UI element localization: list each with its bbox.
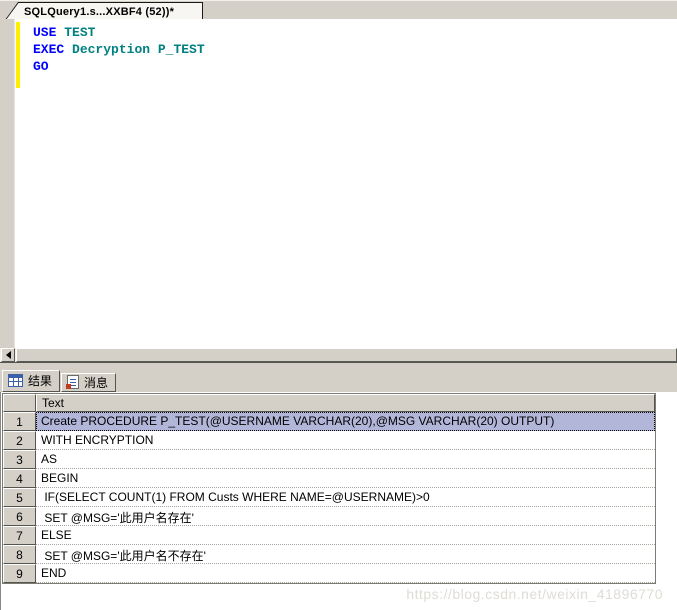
document-tab-title: SQLQuery1.s...XXBF4 (52))* xyxy=(6,3,202,20)
grid-corner-cell[interactable] xyxy=(3,394,36,412)
code-area[interactable]: USE TEST EXEC Decryption P_TEST GO xyxy=(33,24,673,75)
results-tab-bar: 结果 消息 xyxy=(0,368,677,392)
grid-header-row: Text xyxy=(3,394,655,412)
row-cell[interactable]: ELSE xyxy=(36,526,655,545)
editor-hscrollbar[interactable] xyxy=(0,348,677,362)
row-cell[interactable]: WITH ENCRYPTION xyxy=(36,431,655,450)
table-row[interactable]: 2 WITH ENCRYPTION xyxy=(3,431,655,450)
column-header-text[interactable]: Text xyxy=(36,394,655,412)
code-token: GO xyxy=(33,59,49,74)
row-number[interactable]: 3 xyxy=(3,450,36,469)
table-row[interactable]: 3 AS xyxy=(3,450,655,469)
sql-editor[interactable]: USE TEST EXEC Decryption P_TEST GO xyxy=(0,19,677,348)
message-icon xyxy=(66,375,80,389)
code-line[interactable]: GO xyxy=(33,58,673,75)
row-cell[interactable]: SET @MSG='此用户名存在' xyxy=(36,507,655,526)
tab-messages[interactable]: 消息 xyxy=(61,373,117,392)
row-cell[interactable]: IF(SELECT COUNT(1) FROM Custs WHERE NAME… xyxy=(36,488,655,507)
row-cell[interactable]: END xyxy=(36,564,655,583)
code-line[interactable]: EXEC Decryption P_TEST xyxy=(33,41,673,58)
document-tab[interactable]: SQLQuery1.s...XXBF4 (52))* xyxy=(5,2,203,20)
code-token: TEST xyxy=(64,25,96,40)
row-cell[interactable]: BEGIN xyxy=(36,469,655,488)
selection-margin[interactable] xyxy=(0,19,15,348)
row-number[interactable]: 1 xyxy=(3,412,36,431)
results-grid: Text 1 Create PROCEDURE P_TEST(@USERNAME … xyxy=(2,393,656,584)
row-number[interactable]: 6 xyxy=(3,507,36,526)
scroll-left-icon xyxy=(5,351,11,359)
tab-results[interactable]: 结果 xyxy=(2,370,61,392)
watermark: https://blog.csdn.net/weixin_41896770 xyxy=(406,586,663,602)
change-tracking-bar xyxy=(16,22,20,88)
tab-results-label: 结果 xyxy=(28,374,53,388)
code-token: EXEC xyxy=(33,42,65,57)
grid-rows: 1 Create PROCEDURE P_TEST(@USERNAME VARCH… xyxy=(3,412,655,583)
table-row[interactable]: 1 Create PROCEDURE P_TEST(@USERNAME VARCH… xyxy=(3,412,655,431)
row-number[interactable]: 7 xyxy=(3,526,36,545)
table-row[interactable]: 8 SET @MSG='此用户名不存在' xyxy=(3,545,655,564)
row-cell[interactable]: AS xyxy=(36,450,655,469)
row-cell[interactable]: Create PROCEDURE P_TEST(@USERNAME VARCHA… xyxy=(36,412,655,431)
row-number[interactable]: 4 xyxy=(3,469,36,488)
code-line[interactable]: USE TEST xyxy=(33,24,673,41)
scroll-left-button[interactable] xyxy=(1,348,15,362)
results-pane: Text 1 Create PROCEDURE P_TEST(@USERNAME … xyxy=(0,392,677,610)
table-row[interactable]: 6 SET @MSG='此用户名存在' xyxy=(3,507,655,526)
row-number[interactable]: 8 xyxy=(3,545,36,564)
row-number[interactable]: 9 xyxy=(3,564,36,583)
row-number[interactable]: 5 xyxy=(3,488,36,507)
table-row[interactable]: 5 IF(SELECT COUNT(1) FROM Custs WHERE NA… xyxy=(3,488,655,507)
table-row[interactable]: 9 END xyxy=(3,564,655,583)
document-tab-strip: SQLQuery1.s...XXBF4 (52))* xyxy=(0,0,677,20)
table-row[interactable]: 7 ELSE xyxy=(3,526,655,545)
ssms-query-window: SQLQuery1.s...XXBF4 (52))* USE TEST EXEC … xyxy=(0,0,677,610)
scroll-thumb[interactable] xyxy=(16,348,677,362)
code-token: USE xyxy=(33,25,57,40)
row-number[interactable]: 2 xyxy=(3,431,36,450)
code-token: Decryption P_TEST xyxy=(72,42,205,57)
row-cell[interactable]: SET @MSG='此用户名不存在' xyxy=(36,545,655,564)
grid-icon xyxy=(8,374,23,387)
table-row[interactable]: 4 BEGIN xyxy=(3,469,655,488)
tab-messages-label: 消息 xyxy=(84,375,109,390)
